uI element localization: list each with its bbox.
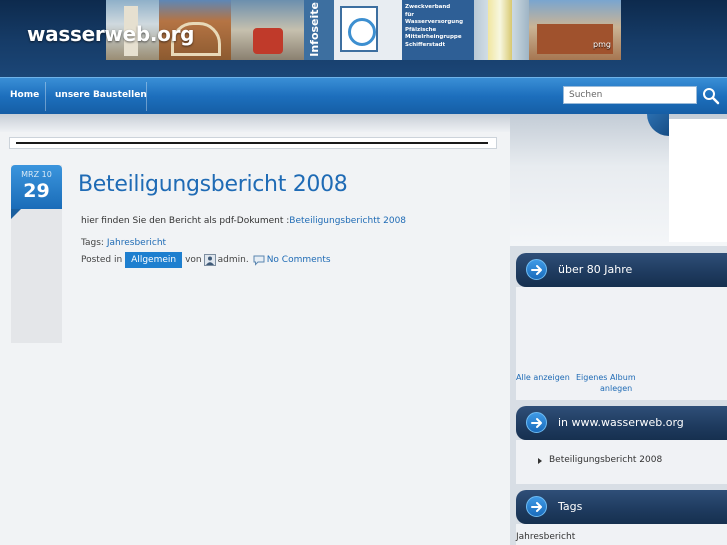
org-line: Pfälzische: [405, 26, 437, 33]
org-line: Zweckverband: [405, 4, 451, 10]
main-content: MRZ 10 29 Beteiligungsbericht 2008 hier …: [0, 114, 510, 545]
arrow-right-icon: [526, 259, 547, 280]
main-nav: Home unsere Baustellen: [0, 77, 727, 114]
org-line: Mittelrheingruppe: [405, 34, 462, 40]
content-top-shadow: [0, 114, 510, 132]
search-input[interactable]: [563, 86, 697, 104]
content-divider: [9, 137, 497, 149]
posted-in-label: Posted in: [81, 255, 123, 265]
banner-photo-water-tower: [474, 0, 529, 60]
nav-item-home[interactable]: Home: [10, 90, 39, 100]
tag-cloud-item[interactable]: Jahresbericht: [516, 532, 575, 542]
photo-caption: pmg: [593, 40, 611, 49]
date-month: MRZ 10: [21, 170, 52, 179]
own-album-link[interactable]: Eigenes Album: [576, 373, 636, 382]
water-logo-icon: [340, 6, 378, 52]
widget-body-posts: Beteiligungsbericht 2008: [516, 440, 727, 484]
post-title[interactable]: Beteiligungsbericht 2008: [78, 172, 348, 197]
nav-item-baustellen[interactable]: unsere Baustellen: [55, 90, 147, 100]
org-line: für Wasserversorgung: [405, 11, 464, 26]
date-badge: MRZ 10 29: [11, 165, 62, 219]
date-day: 29: [23, 180, 50, 202]
banner-photo-pump: [231, 0, 304, 60]
banner-org-name: Zweckverband für Wasserversorgung Pfälzi…: [402, 0, 474, 60]
category-link[interactable]: Allgemein: [125, 252, 183, 268]
comments-link[interactable]: No Comments: [267, 255, 331, 265]
show-all-link[interactable]: Alle anzeigen: [516, 373, 570, 382]
post-meta: Posted in Allgemein von admin. No Commen…: [81, 251, 331, 269]
tag-link[interactable]: Jahresbericht: [107, 238, 166, 248]
search-icon[interactable]: [702, 87, 720, 105]
post-tags: Tags: Jahresbericht: [81, 238, 166, 248]
sidebar-white-panel: [669, 119, 727, 242]
user-icon: [203, 254, 216, 266]
recent-post-link[interactable]: Beteiligungsbericht 2008: [549, 455, 662, 465]
widget-heading-wasserweb: in www.wasserweb.org: [516, 406, 727, 440]
banner-photo-station: pmg: [529, 0, 621, 60]
post-body-text: hier finden Sie den Bericht als pdf-Doku…: [81, 216, 290, 226]
pdf-link[interactable]: Beteiligungsberichtt 2008: [289, 216, 406, 226]
bullet-icon: [538, 458, 542, 464]
own-album-link-cont[interactable]: anlegen: [600, 384, 632, 393]
banner-infoseite: Infoseite: [304, 0, 334, 60]
by-label: von: [185, 255, 202, 265]
post-body: hier finden Sie den Bericht als pdf-Doku…: [81, 216, 406, 226]
widget-heading-80-jahre: über 80 Jahre: [516, 253, 727, 287]
sidebar: über 80 Jahre Alle anzeigen Eigenes Albu…: [510, 114, 727, 545]
widget-body-tags: Jahresbericht: [516, 524, 727, 545]
tags-label: Tags:: [81, 238, 104, 248]
author-name[interactable]: admin.: [218, 255, 249, 265]
arrow-right-icon: [526, 412, 547, 433]
site-title[interactable]: wasserweb.org: [27, 22, 194, 46]
org-line: Schifferstadt: [405, 41, 446, 48]
widget-title: Tags: [558, 500, 583, 513]
widget-title: über 80 Jahre: [558, 263, 633, 276]
widget-title: in www.wasserweb.org: [558, 416, 684, 429]
infoseite-label: Infoseite: [308, 2, 321, 57]
nav-divider: [45, 82, 46, 111]
nav-divider: [146, 82, 147, 111]
arrow-right-icon: [526, 496, 547, 517]
site-header: Infoseite Zweckverband für Wasserversorg…: [0, 0, 727, 77]
comment-icon: [253, 255, 265, 266]
widget-heading-tags: Tags: [516, 490, 727, 524]
banner-logo: [334, 0, 402, 60]
